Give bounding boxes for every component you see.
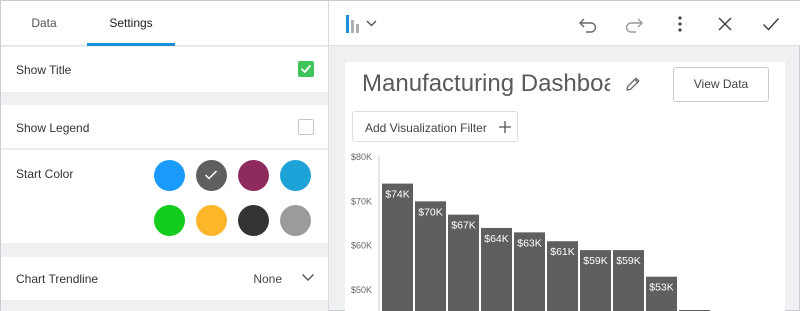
tab-bar: Data Settings <box>1 1 328 46</box>
start-color-label: Start Color <box>16 167 74 181</box>
color-swatch[interactable] <box>154 160 185 191</box>
dashboard-title[interactable]: Manufacturing Dashboard <box>362 70 610 98</box>
color-swatch[interactable] <box>196 205 227 236</box>
color-swatch[interactable] <box>238 160 269 191</box>
bar-data-label: $59K <box>616 255 641 267</box>
tab-settings[interactable]: Settings <box>87 1 175 46</box>
add-visualization-filter-button[interactable]: Add Visualization Filter <box>352 111 518 142</box>
settings-panel: Data Settings Show Title Show Legend Sta… <box>1 1 329 311</box>
show-legend-checkbox[interactable] <box>298 119 314 135</box>
view-data-button[interactable]: View Data <box>673 67 769 102</box>
chart-trendline-value[interactable]: None <box>253 272 282 286</box>
y-tick-label: $80K <box>351 152 372 162</box>
redo-button[interactable] <box>623 13 645 35</box>
start-color-row: Start Color <box>1 150 328 243</box>
more-options-button[interactable] <box>669 13 691 35</box>
plus-icon <box>499 121 511 133</box>
redo-icon <box>625 18 643 33</box>
edit-title-icon[interactable] <box>624 75 642 93</box>
bar-data-label: $70K <box>418 206 443 218</box>
chart-type-selector[interactable] <box>345 13 385 35</box>
bar-data-label: $67K <box>451 220 476 232</box>
close-button[interactable] <box>714 13 736 35</box>
y-tick-label: $50K <box>351 285 372 295</box>
bar[interactable] <box>382 183 413 311</box>
y-tick-label: $70K <box>351 196 372 206</box>
check-icon <box>762 17 780 31</box>
bar-chart-icon <box>346 15 377 33</box>
bar-data-label: $61K <box>550 246 575 258</box>
color-swatch-grid <box>154 160 314 236</box>
bar-data-label: $74K <box>385 189 410 201</box>
check-icon <box>204 170 218 180</box>
more-vertical-icon <box>678 16 682 32</box>
editor-toolbar <box>329 1 800 46</box>
chart-trendline-label: Chart Trendline <box>16 272 99 286</box>
check-icon <box>301 65 311 73</box>
visualization-canvas: Manufacturing Dashboard View Data Add Vi… <box>345 62 785 311</box>
color-swatch[interactable] <box>154 205 185 236</box>
show-legend-label: Show Legend <box>16 121 90 135</box>
bar-data-label: $59K <box>583 255 608 267</box>
show-legend-row: Show Legend <box>1 105 328 149</box>
color-swatch[interactable] <box>280 160 311 191</box>
close-icon <box>718 17 732 31</box>
undo-button[interactable] <box>577 13 599 35</box>
confirm-button[interactable] <box>760 13 782 35</box>
y-tick-label: $60K <box>351 241 372 251</box>
show-title-checkbox[interactable] <box>298 61 314 77</box>
color-swatch[interactable] <box>238 205 269 236</box>
color-swatch[interactable] <box>196 160 227 191</box>
bar-data-label: $53K <box>649 282 674 294</box>
show-title-label: Show Title <box>16 63 72 77</box>
show-title-row: Show Title <box>1 47 328 92</box>
undo-icon <box>579 18 597 33</box>
app-frame: Data Settings Show Title Show Legend Sta… <box>0 0 800 311</box>
bar-data-label: $64K <box>484 233 509 245</box>
bar-data-label: $63K <box>517 237 542 249</box>
color-swatch[interactable] <box>280 205 311 236</box>
chevron-down-icon[interactable] <box>301 272 315 282</box>
bar-chart: $80K $70K $60K $50K $74K $70K $67K $64K $63K $61K… <box>351 152 710 311</box>
tab-data[interactable]: Data <box>1 1 87 46</box>
chart-trendline-row[interactable]: Chart Trendline None <box>1 257 328 300</box>
add-filter-label: Add Visualization Filter <box>365 121 487 135</box>
